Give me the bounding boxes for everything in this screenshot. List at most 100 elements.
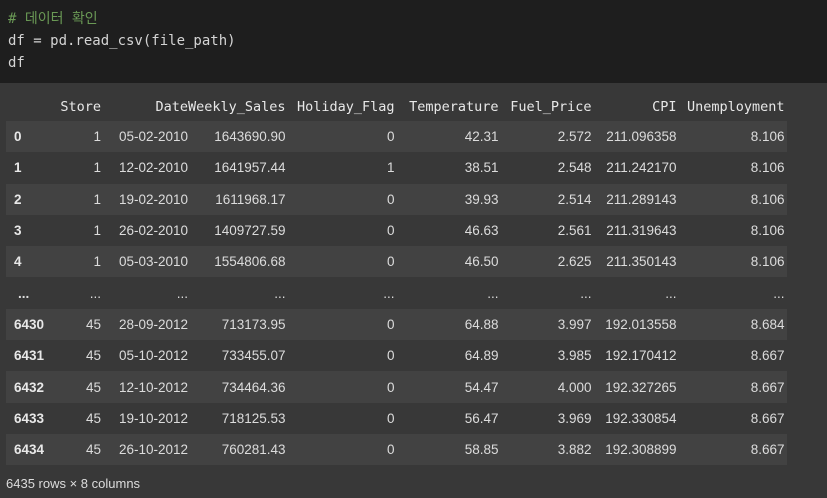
table-cell: 4.000 [557, 379, 592, 395]
row-index: 6431 [14, 348, 45, 364]
table-cell: ... [773, 285, 785, 301]
table-cell: 8.106 [750, 223, 785, 239]
table-cell: ... [176, 285, 188, 301]
table-cell: 760281.43 [221, 442, 286, 458]
table-cell: 19-02-2010 [118, 191, 188, 207]
table-cell: 12-10-2012 [118, 379, 188, 395]
table-cell: ... [383, 285, 395, 301]
table-cell: 211.289143 [606, 191, 677, 207]
header-cpi: CPI [652, 99, 677, 115]
table-cell: 1 [93, 191, 101, 207]
table-cell: 2.625 [557, 254, 592, 270]
table-cell: 1643690.90 [214, 129, 286, 145]
table-cell: 8.667 [750, 348, 785, 364]
table-row: 3 1 26-02-2010 1409727.59 0 46.63 2.561 211.319… [6, 214, 787, 247]
table-row: 0 1 05-02-2010 1643690.90 0 42.31 2.572 211.096… [6, 121, 787, 153]
table-cell: 45 [85, 442, 101, 458]
table-cell: 211.319643 [606, 223, 677, 239]
code-comment: # 데이터 확인 [8, 11, 98, 27]
row-index: 6430 [14, 316, 45, 332]
table-header-row: Store Date Weekly_Sales Holiday_Flag Tem… [6, 93, 787, 121]
row-index: ... [18, 285, 30, 301]
table-cell: ... [89, 285, 101, 301]
table-cell: 0 [387, 410, 395, 426]
table-cell: 46.63 [464, 223, 499, 239]
table-cell: ... [665, 285, 677, 301]
table-row: 1 1 12-02-2010 1641957.44 1 38.51 2.548 211.242… [6, 152, 787, 184]
table-row: 6432 45 12-10-2012 734464.36 0 54.47 4.000 192.… [6, 371, 787, 403]
dataframe-shape: 6435 rows × 8 columns [6, 476, 141, 491]
table-cell: 192.330854 [605, 410, 677, 426]
table-cell: 56.47 [464, 410, 499, 426]
table-cell: ... [487, 285, 499, 301]
table-cell: 0 [387, 129, 395, 145]
row-index: 6434 [14, 442, 45, 458]
table-cell: 45 [85, 410, 101, 426]
table-cell: 8.106 [750, 129, 785, 145]
row-index: 1 [14, 160, 22, 176]
table-cell: 3.985 [557, 348, 592, 364]
table-cell: 733455.07 [221, 348, 286, 364]
table-row: ........................... [6, 277, 787, 309]
table-cell: 0 [387, 442, 395, 458]
code-df: df [8, 55, 25, 71]
table-cell: 26-10-2012 [118, 442, 188, 458]
table-row: 6431 45 05-10-2012 733455.07 0 64.89 3.985 192.… [6, 340, 787, 372]
table-cell: 38.51 [464, 160, 499, 176]
table-row: 6434 45 26-10-2012 760281.43 0 58.85 3.882 192.… [6, 433, 787, 466]
table-cell: 12-02-2010 [118, 160, 188, 176]
table-row: 2 1 19-02-2010 1611968.17 0 39.93 2.514 211.289… [6, 183, 787, 215]
table-cell: 64.88 [464, 316, 499, 332]
table-cell: 211.096358 [606, 129, 677, 145]
table-cell: 3.882 [557, 442, 592, 458]
row-index: 3 [14, 223, 22, 239]
table-cell: 8.106 [750, 254, 785, 270]
code-cell[interactable]: # 데이터 확인 df = pd.read_csv(file_path) df [0, 0, 827, 83]
table-cell: 45 [85, 348, 101, 364]
table-row: 4 1 05-03-2010 1554806.68 0 46.50 2.625 211.350… [6, 246, 787, 278]
header-index [6, 93, 59, 121]
table-cell: 192.170412 [605, 348, 677, 364]
header-weekly-sales: Weekly_Sales [188, 99, 286, 115]
table-cell: 45 [85, 316, 101, 332]
table-cell: 192.013558 [605, 316, 677, 332]
table-cell: 718125.53 [221, 410, 286, 426]
table-cell: 2.572 [557, 129, 592, 145]
table-cell: 8.667 [750, 410, 785, 426]
table-cell: 192.327265 [605, 379, 677, 395]
header-unemployment: Unemployment [687, 99, 785, 115]
table-cell: 0 [387, 254, 395, 270]
cell-output: Store Date Weekly_Sales Holiday_Flag Tem… [0, 83, 827, 498]
table-cell: 1641957.44 [214, 160, 286, 176]
table-cell: 3.969 [557, 410, 592, 426]
table-cell: 2.514 [557, 191, 592, 207]
table-cell: 64.89 [464, 348, 499, 364]
table-cell: 05-02-2010 [118, 129, 188, 145]
table-cell: 42.31 [464, 129, 499, 145]
table-row: 6430 45 28-09-2012 713173.95 0 64.88 3.997 192.… [6, 308, 787, 341]
table-cell: 39.93 [464, 191, 499, 207]
row-index: 6432 [14, 379, 45, 395]
table-cell: 0 [387, 316, 395, 332]
header-holiday-flag: Holiday_Flag [297, 99, 395, 115]
table-cell: ... [580, 285, 592, 301]
table-cell: 1 [93, 223, 101, 239]
table-cell: 1 [93, 129, 101, 145]
table-cell: 1 [93, 254, 101, 270]
table-cell: 58.85 [464, 442, 499, 458]
table-cell: 211.350143 [606, 254, 677, 270]
table-cell: 45 [85, 379, 101, 395]
table-row: 6433 45 19-10-2012 718125.53 0 56.47 3.969 192.… [6, 402, 787, 434]
table-cell: 19-10-2012 [118, 410, 188, 426]
table-cell: 734464.36 [221, 379, 286, 395]
table-cell: 1 [387, 160, 395, 176]
table-cell: 05-10-2012 [118, 348, 188, 364]
table-cell: 3.997 [557, 316, 592, 332]
table-cell: 211.242170 [606, 160, 677, 176]
table-cell: 192.308899 [605, 442, 677, 458]
header-date: Date [155, 99, 188, 115]
row-index: 6433 [14, 410, 45, 426]
table-cell: 46.50 [464, 254, 499, 270]
table-cell: 0 [387, 191, 395, 207]
code-read-csv: df = pd.read_csv(file_path) [8, 33, 236, 49]
